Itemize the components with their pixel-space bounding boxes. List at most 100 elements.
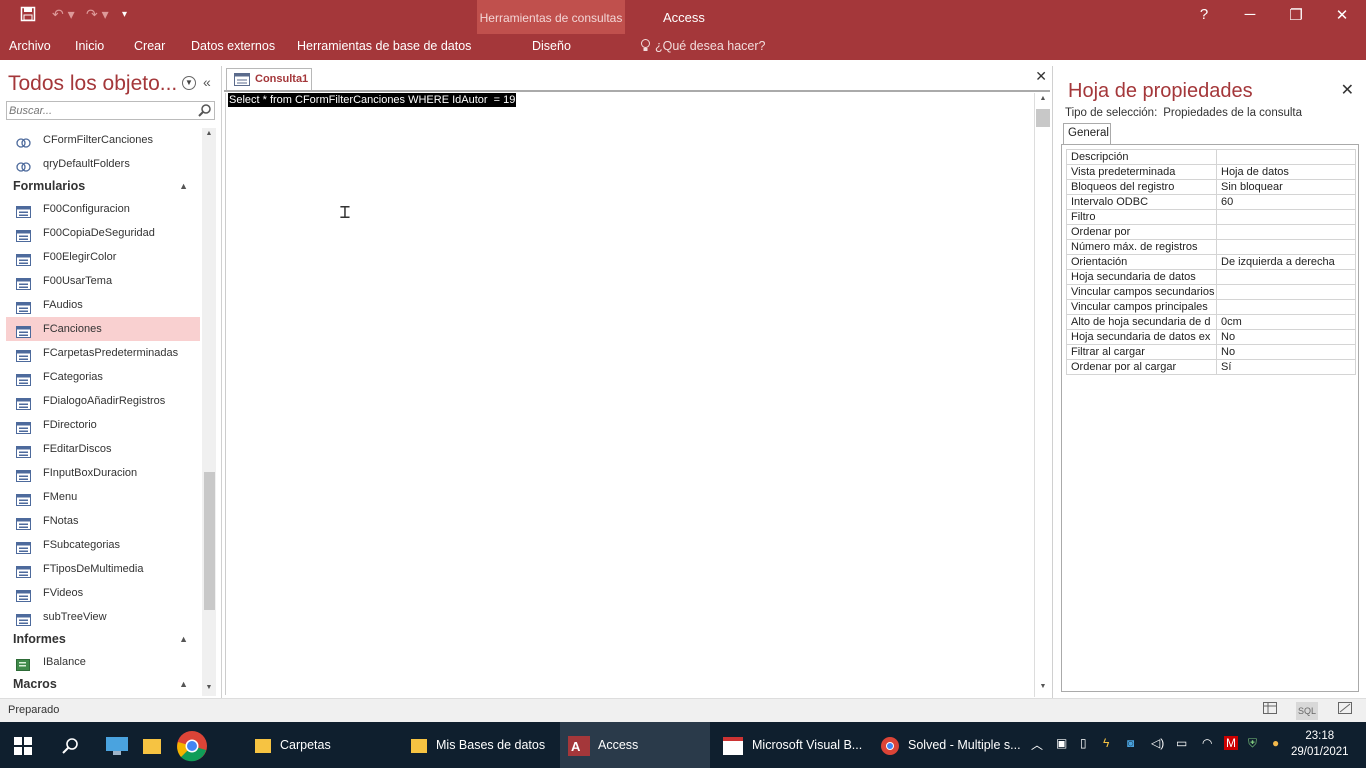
property-value[interactable]: De izquierda a derecha [1216, 254, 1356, 270]
tab-general[interactable]: General [1063, 123, 1111, 145]
property-value[interactable]: Hoja de datos [1216, 164, 1356, 180]
chrome-icon[interactable] [176, 722, 208, 768]
property-value[interactable] [1216, 239, 1356, 255]
outlook-icon[interactable]: ◙ [1127, 736, 1134, 750]
tab-diseno[interactable]: Diseño [532, 39, 571, 53]
form-item[interactable]: FCanciones [6, 317, 200, 341]
property-value[interactable] [1216, 224, 1356, 240]
restore-button[interactable]: ❐ [1281, 6, 1311, 24]
tab-archivo[interactable]: Archivo [9, 39, 51, 53]
tell-me-box[interactable]: ¿Qué desea hacer? [640, 39, 766, 53]
property-value[interactable]: No [1216, 344, 1356, 360]
form-item[interactable]: FDirectorio [6, 413, 200, 437]
help-button[interactable]: ? [1189, 6, 1219, 23]
search-icon[interactable] [198, 103, 212, 117]
battery-icon[interactable]: ▭ [1176, 736, 1187, 750]
property-value[interactable]: Sí [1216, 359, 1356, 375]
this-pc-icon[interactable] [104, 722, 130, 768]
form-item[interactable]: FCarpetasPredeterminadas [6, 341, 200, 365]
clock[interactable]: 23:18 29/01/2021 [1291, 728, 1349, 760]
sql-text-area[interactable]: Select * from CFormFilterCanciones WHERE… [225, 93, 1033, 695]
property-row[interactable]: Orientación De izquierda a derecha [1066, 254, 1356, 270]
property-row[interactable]: Intervalo ODBC 60 [1066, 194, 1356, 210]
property-row[interactable]: Vincular campos principales [1066, 299, 1356, 315]
property-value[interactable]: Sin bloquear [1216, 179, 1356, 195]
form-item[interactable]: FAudios [6, 293, 200, 317]
taskbar-item-access[interactable]: A Access [560, 722, 710, 768]
property-value[interactable] [1216, 209, 1356, 225]
sql-view-button[interactable]: SQL [1296, 702, 1318, 720]
property-row[interactable]: Hoja secundaria de datos [1066, 269, 1356, 285]
editor-scroll-thumb[interactable] [1036, 109, 1050, 127]
wifi-icon[interactable]: ◠ [1202, 736, 1212, 750]
datasheet-view-icon[interactable] [1259, 702, 1281, 720]
nav-scroll-thumb[interactable] [204, 472, 215, 610]
file-explorer-icon[interactable] [142, 722, 162, 768]
form-item[interactable]: FDialogoAñadirRegistros [6, 389, 200, 413]
close-property-sheet-icon[interactable]: ✕ [1341, 80, 1354, 100]
tab-herramientas-bd[interactable]: Herramientas de base de datos [297, 39, 471, 53]
property-value[interactable]: 60 [1216, 194, 1356, 210]
group-formularios[interactable]: Formularios ▲ [6, 176, 200, 197]
form-item[interactable]: FEditarDiscos [6, 437, 200, 461]
property-value[interactable] [1216, 284, 1356, 300]
form-item[interactable]: F00ElegirColor [6, 245, 200, 269]
group-informes[interactable]: Informes ▲ [6, 629, 200, 650]
report-item[interactable]: IBalance [6, 650, 200, 674]
property-value[interactable]: No [1216, 329, 1356, 345]
editor-scrollbar[interactable]: ▲ ▼ [1034, 93, 1050, 697]
group-macros[interactable]: Macros ▲ [6, 674, 200, 695]
document-tab[interactable]: Consulta1 [226, 68, 312, 90]
search-input[interactable] [7, 102, 192, 119]
property-row[interactable]: Descripción [1066, 149, 1356, 165]
nav-scrollbar[interactable]: ▲ ▼ [202, 128, 216, 696]
security-shield-icon[interactable]: ⛨ [1248, 736, 1257, 751]
scroll-up-icon[interactable]: ▲ [202, 130, 216, 137]
property-value[interactable] [1216, 269, 1356, 285]
scroll-down-icon[interactable]: ▼ [202, 684, 216, 691]
save-icon[interactable] [20, 6, 36, 25]
form-item[interactable]: FMenu [6, 485, 200, 509]
close-button[interactable]: ✕ [1327, 6, 1357, 24]
power-plan-icon[interactable]: ϟ [1103, 736, 1109, 750]
form-item[interactable]: FNotas [6, 509, 200, 533]
search-icon[interactable] [62, 722, 80, 768]
form-item[interactable]: FSubcategorias [6, 533, 200, 557]
property-row[interactable]: Filtro [1066, 209, 1356, 225]
form-item[interactable]: FTiposDeMultimedia [6, 557, 200, 581]
query-item[interactable]: CFormFilterCanciones [6, 128, 200, 152]
property-row[interactable]: Vincular campos secundarios [1066, 284, 1356, 300]
form-item[interactable]: F00CopiaDeSeguridad [6, 221, 200, 245]
property-row[interactable]: Bloqueos del registro Sin bloquear [1066, 179, 1356, 195]
property-value[interactable] [1216, 299, 1356, 315]
close-document-icon[interactable]: ✕ [1035, 68, 1047, 85]
scroll-down-icon[interactable]: ▼ [1036, 683, 1050, 690]
tab-datos-externos[interactable]: Datos externos [191, 39, 275, 53]
taskbar-item-mis-bases[interactable]: Mis Bases de datos [410, 722, 545, 768]
minimize-button[interactable]: ─ [1235, 6, 1265, 23]
property-row[interactable]: Alto de hoja secundaria de d 0cm [1066, 314, 1356, 330]
scroll-up-icon[interactable]: ▲ [1036, 95, 1050, 102]
property-value[interactable]: 0cm [1216, 314, 1356, 330]
undo-icon[interactable]: ↶ ▾ [52, 6, 75, 23]
tab-crear[interactable]: Crear [134, 39, 165, 53]
form-item[interactable]: F00UsarTema [6, 269, 200, 293]
form-item[interactable]: subTreeView [6, 605, 200, 629]
usb-icon[interactable]: ▯ [1080, 736, 1087, 750]
nav-menu-chevron-icon[interactable]: ▼ [182, 76, 196, 90]
query-item[interactable]: qryDefaultFolders [6, 152, 200, 176]
property-row[interactable]: Número máx. de registros [1066, 239, 1356, 255]
start-windows-icon[interactable] [14, 722, 32, 768]
property-row[interactable]: Filtrar al cargar No [1066, 344, 1356, 360]
tab-inicio[interactable]: Inicio [75, 39, 104, 53]
redo-icon[interactable]: ↷ ▾ [86, 6, 109, 23]
taskbar-item-vba[interactable]: Microsoft Visual B... [722, 722, 862, 768]
property-row[interactable]: Ordenar por al cargar Sí [1066, 359, 1356, 375]
property-row[interactable]: Hoja secundaria de datos ex No [1066, 329, 1356, 345]
nav-title[interactable]: Todos los objeto... [8, 72, 177, 96]
form-item[interactable]: FInputBoxDuracion [6, 461, 200, 485]
design-view-icon[interactable] [1334, 702, 1356, 720]
collapse-pane-icon[interactable]: « [203, 74, 211, 90]
taskbar-item-chrome[interactable]: Solved - Multiple s... [880, 722, 1021, 768]
form-item[interactable]: FCategorias [6, 365, 200, 389]
